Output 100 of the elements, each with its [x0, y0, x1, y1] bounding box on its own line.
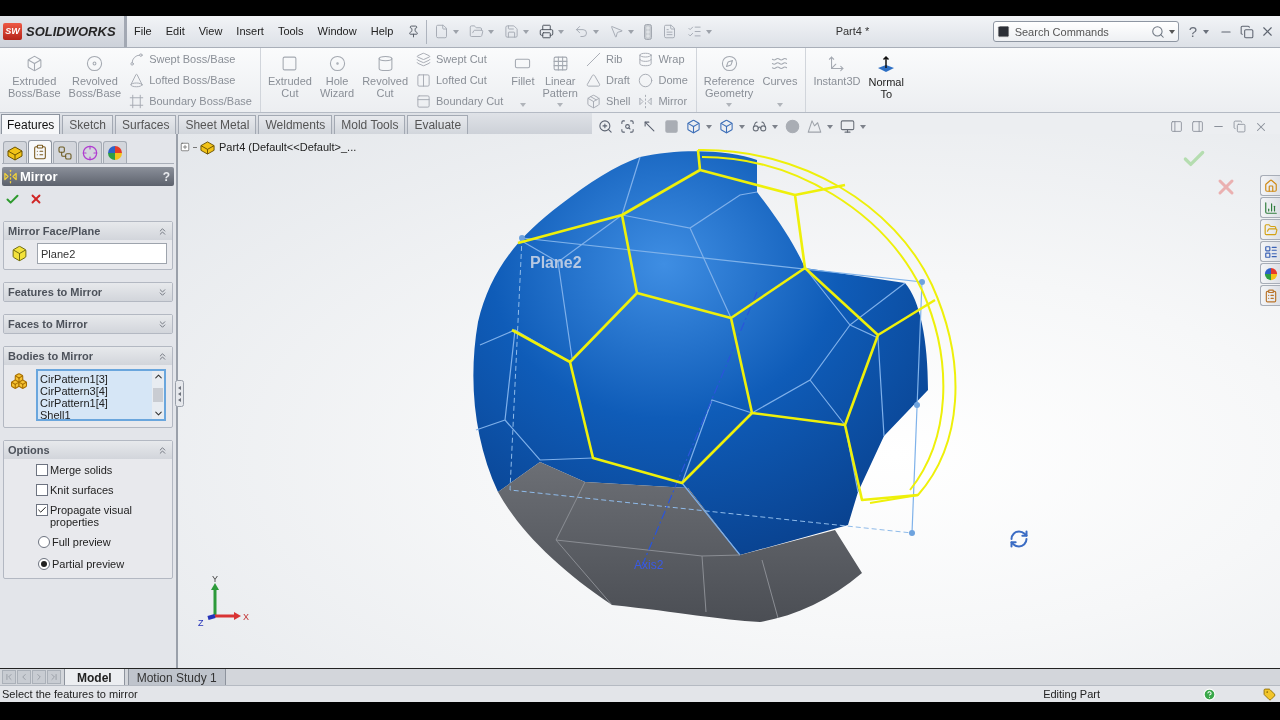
search-input[interactable]: Search Commands	[1014, 23, 1147, 40]
help-button[interactable]: ?	[1188, 24, 1197, 39]
panel-tab[interactable]	[53, 141, 77, 163]
pin-icon[interactable]	[407, 25, 421, 38]
panel-tab[interactable]	[103, 141, 127, 163]
group-header[interactable]: Bodies to Mirror	[4, 347, 172, 365]
radio-button[interactable]	[38, 536, 50, 548]
zoom-area-icon[interactable]	[620, 119, 635, 134]
list-item[interactable]: CirPattern1[4]	[40, 397, 152, 409]
scrollbar-thumb[interactable]	[153, 388, 163, 402]
caret-icon[interactable]	[860, 124, 866, 129]
list-item[interactable]: Shell1	[40, 409, 152, 421]
mountain-icon[interactable]	[807, 119, 822, 134]
menu-item[interactable]: Insert	[236, 23, 264, 40]
menu-item[interactable]: Window	[317, 23, 357, 40]
traffic-light-icon[interactable]	[644, 23, 653, 40]
close-icon[interactable]	[1260, 24, 1275, 39]
task-pane-tab[interactable]	[1260, 263, 1280, 284]
panel-tab[interactable]	[28, 140, 52, 163]
tree-item[interactable]: Part4 (Default<<Default>_...	[219, 139, 357, 156]
caret-icon[interactable]	[827, 124, 833, 129]
cube-icon[interactable]	[719, 119, 734, 134]
chevrons-down-icon[interactable]	[157, 318, 168, 330]
command-tab[interactable]: Sheet Metal	[178, 115, 257, 134]
caret-icon[interactable]	[706, 124, 712, 129]
plane-label[interactable]: Plane2	[530, 251, 582, 275]
restore-icon[interactable]	[1240, 24, 1254, 39]
chevrons-up-icon[interactable]	[157, 350, 168, 362]
chevrons-up-icon[interactable]	[157, 444, 168, 456]
group-header[interactable]: Faces to Mirror	[4, 315, 172, 333]
task-pane-tab[interactable]	[1260, 175, 1280, 196]
radio-button[interactable]	[38, 558, 50, 570]
menu-item[interactable]: View	[198, 23, 223, 40]
command-tab[interactable]: Sketch	[62, 115, 114, 134]
folder-icon[interactable]	[469, 24, 485, 39]
task-pane-tab[interactable]	[1260, 241, 1280, 262]
restore-icon[interactable]	[1233, 120, 1246, 133]
caret-icon[interactable]	[739, 124, 745, 129]
scrollbar[interactable]	[152, 371, 164, 419]
command-tab[interactable]: Features	[1, 114, 61, 134]
command-tab[interactable]: Evaluate	[407, 115, 469, 134]
help-icon[interactable]	[1203, 687, 1216, 701]
cancel-x-icon[interactable]	[29, 192, 43, 206]
printer-icon[interactable]	[539, 24, 555, 39]
group-header[interactable]: Features to Mirror	[4, 283, 172, 301]
zoom-in-icon[interactable]	[598, 119, 613, 134]
bottom-tab[interactable]: Model	[64, 669, 125, 685]
list-item[interactable]: CirPattern3[4]	[40, 385, 152, 397]
search-field[interactable]: Search Commands	[992, 21, 1179, 42]
plane-field[interactable]: Plane2	[37, 243, 167, 264]
menu-item[interactable]: File	[134, 23, 152, 40]
menu-item[interactable]: Edit	[165, 23, 185, 40]
arrow-icon[interactable]	[642, 119, 657, 134]
document-icon[interactable]	[662, 24, 678, 39]
caret-icon[interactable]	[772, 124, 778, 129]
checkbox[interactable]	[36, 484, 48, 496]
help-button[interactable]: ?	[162, 167, 170, 186]
panel-tab[interactable]	[3, 141, 27, 163]
command-tab[interactable]: Surfaces	[115, 115, 177, 134]
chevrons-down-icon[interactable]	[157, 286, 168, 298]
caret-icon[interactable]	[1203, 29, 1209, 34]
search-icon[interactable]	[1150, 24, 1165, 39]
cube-icon[interactable]	[686, 119, 701, 134]
monitor-icon[interactable]	[840, 119, 855, 134]
collapse-handle-icon[interactable]	[175, 380, 184, 407]
pointer-icon[interactable]	[609, 24, 625, 39]
square-icon[interactable]	[664, 119, 679, 134]
ribbon-button[interactable]: Normal To	[864, 48, 908, 112]
file-icon[interactable]	[434, 24, 450, 39]
bottom-tab[interactable]: Motion Study 1	[127, 669, 226, 685]
rotate-icon[interactable]	[1009, 529, 1029, 549]
menu-item[interactable]: Help	[370, 23, 394, 40]
undo-icon[interactable]	[574, 24, 590, 39]
expand-icon[interactable]	[180, 142, 190, 153]
tag-icon[interactable]	[1263, 687, 1276, 701]
group-header[interactable]: Mirror Face/Plane	[4, 222, 172, 240]
package-icon	[585, 93, 601, 109]
checkbox[interactable]	[36, 464, 48, 476]
soccer-ball-drawing[interactable]	[473, 151, 928, 622]
circle-icon[interactable]	[785, 119, 800, 134]
bodies-list-field[interactable]: CirPattern1[3] CirPattern3[4] CirPattern1[4] Shell1	[36, 369, 166, 421]
checkbox[interactable]	[36, 504, 48, 516]
tile-left-icon[interactable]	[1170, 120, 1183, 133]
plane-outline[interactable]	[509, 235, 925, 536]
list-item[interactable]: CirPattern1[3]	[40, 373, 152, 385]
caret-icon[interactable]	[1168, 29, 1175, 34]
chevrons-up-icon[interactable]	[157, 225, 168, 237]
group-header[interactable]: Options	[4, 441, 172, 459]
checklist-icon[interactable]	[687, 24, 703, 39]
panel-tab[interactable]	[78, 141, 102, 163]
save-icon[interactable]	[504, 24, 520, 39]
tile-right-icon[interactable]	[1191, 120, 1204, 133]
task-pane-tab[interactable]	[1260, 219, 1280, 240]
command-tab[interactable]: Mold Tools	[334, 115, 406, 134]
command-tab[interactable]: Weldments	[258, 115, 333, 134]
task-pane-tab[interactable]	[1260, 285, 1280, 306]
scroll-down-icon[interactable]	[152, 408, 164, 419]
menu-item[interactable]: Tools	[277, 23, 304, 40]
glasses-icon[interactable]	[752, 119, 767, 134]
task-pane-tab[interactable]	[1260, 197, 1280, 218]
